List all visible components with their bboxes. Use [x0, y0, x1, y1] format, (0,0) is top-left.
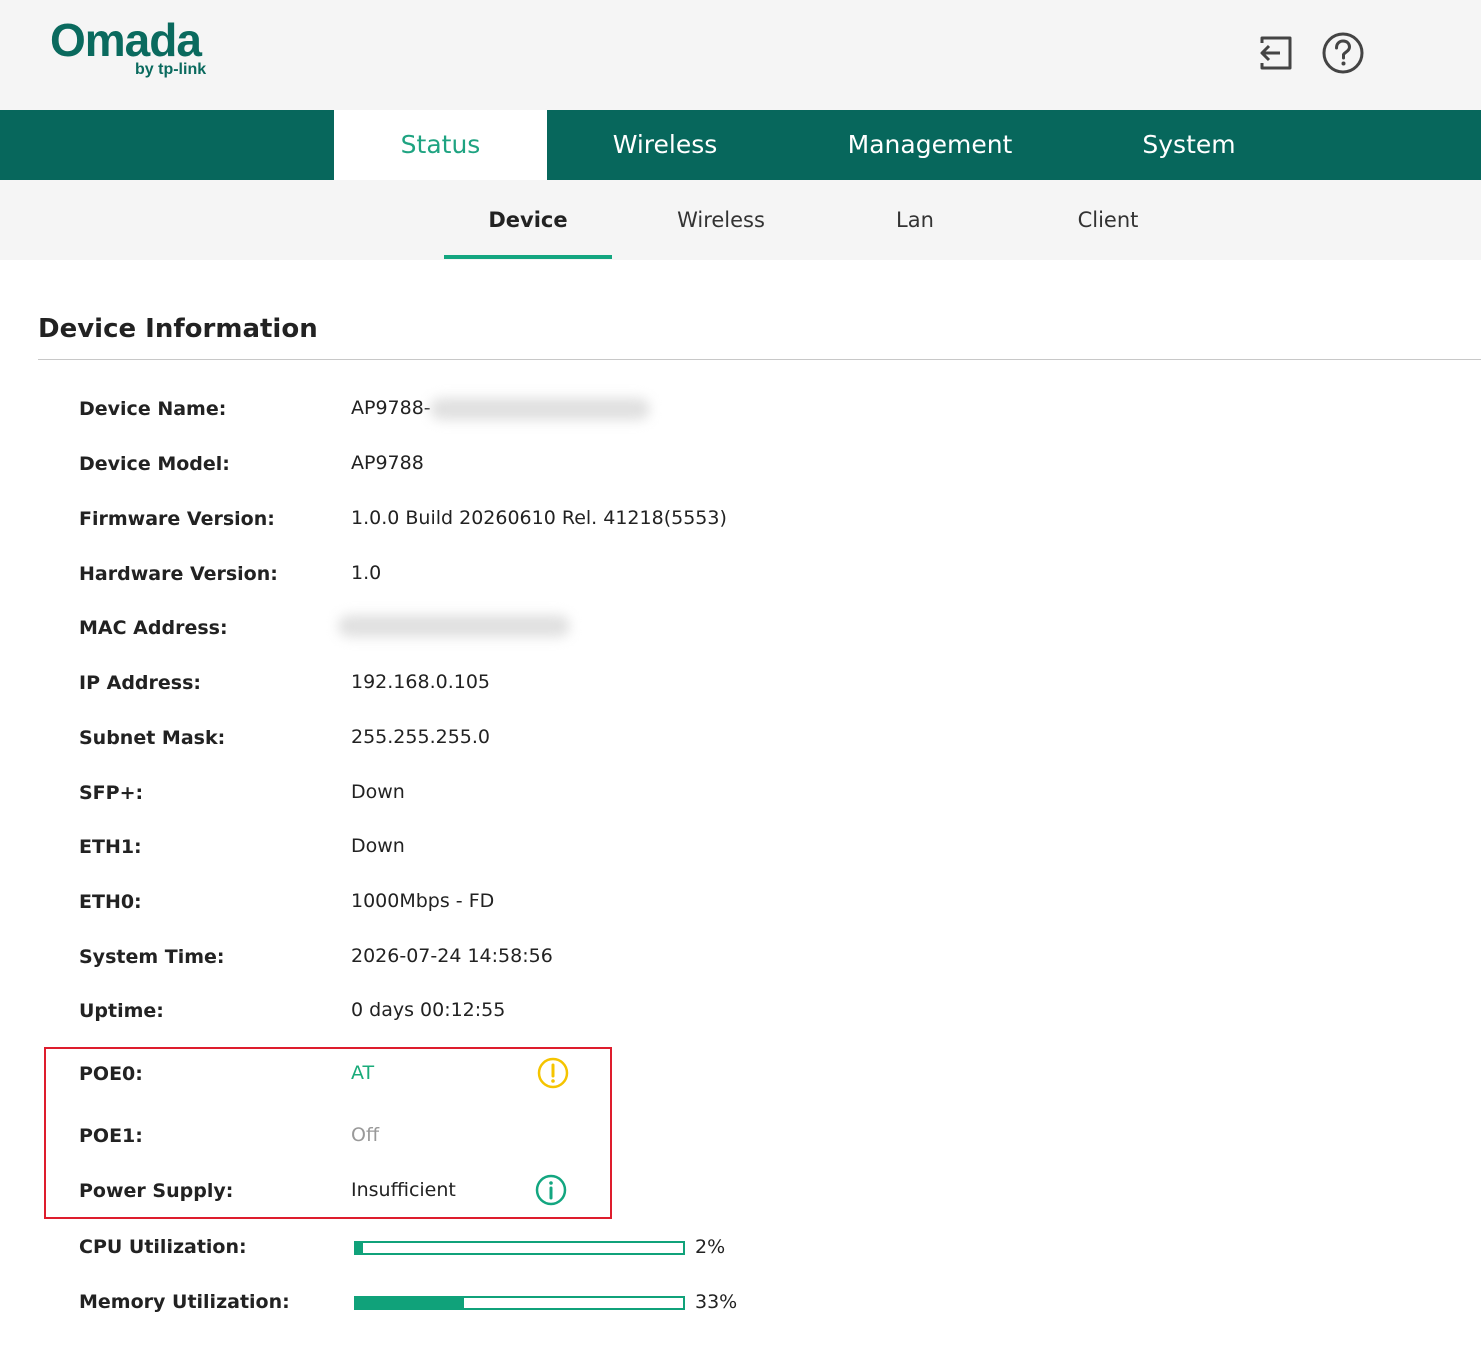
tab-system[interactable]: System: [1100, 110, 1278, 180]
logo-subtext: by tp-link: [135, 61, 207, 78]
logout-icon[interactable]: [1254, 31, 1298, 75]
tab-status[interactable]: Status: [334, 110, 547, 180]
top-bar: Omada by tp-link: [0, 0, 1481, 110]
device-model-label: Device Model:: [79, 453, 230, 475]
section-divider: [38, 359, 1481, 360]
cpu-utilization-fill: [356, 1243, 363, 1253]
device-model-value: AP9788: [351, 452, 424, 474]
subtab-wireless[interactable]: Wireless: [646, 180, 796, 260]
warning-icon[interactable]: [537, 1057, 569, 1089]
uptime-value: 0 days 00:12:55: [351, 999, 506, 1021]
device-name-value: AP9788-: [351, 397, 431, 419]
redacted-blur: [338, 615, 570, 637]
system-time-label: System Time:: [79, 946, 225, 968]
sub-nav: Device Wireless Lan Client: [0, 180, 1481, 260]
eth0-label: ETH0:: [79, 891, 142, 913]
info-icon[interactable]: [535, 1174, 567, 1206]
logo-text: Omada: [50, 14, 202, 66]
poe1-label: POE1:: [79, 1125, 143, 1147]
memory-utilization-fill: [356, 1298, 464, 1308]
eth1-label: ETH1:: [79, 836, 142, 858]
eth0-value: 1000Mbps - FD: [351, 890, 495, 912]
hardware-version-label: Hardware Version:: [79, 563, 278, 585]
eth1-value: Down: [351, 835, 405, 857]
section-title: Device Information: [38, 314, 318, 344]
poe1-value: Off: [351, 1124, 380, 1146]
memory-utilization-percent: 33%: [695, 1291, 738, 1313]
tab-management[interactable]: Management: [820, 110, 1040, 180]
help-icon[interactable]: [1321, 31, 1365, 75]
subnet-mask-label: Subnet Mask:: [79, 727, 226, 749]
ip-address-label: IP Address:: [79, 672, 201, 694]
system-time-value: 2026-07-24 14:58:56: [351, 945, 553, 967]
poe0-value: AT: [351, 1062, 375, 1084]
subtab-client[interactable]: Client: [1048, 180, 1168, 260]
memory-utilization-bar: [354, 1296, 685, 1310]
subnet-mask-value: 255.255.255.0: [351, 726, 491, 748]
memory-utilization-label: Memory Utilization:: [79, 1291, 290, 1313]
tab-wireless[interactable]: Wireless: [570, 110, 760, 180]
cpu-utilization-label: CPU Utilization:: [79, 1236, 247, 1258]
redacted-blur: [430, 398, 650, 420]
poe0-label: POE0:: [79, 1063, 143, 1085]
uptime-label: Uptime:: [79, 1000, 164, 1022]
subtab-device[interactable]: Device: [444, 180, 612, 260]
hardware-version-value: 1.0: [351, 562, 382, 584]
sfp-plus-label: SFP+:: [79, 782, 144, 804]
power-supply-label: Power Supply:: [79, 1180, 234, 1202]
main-nav: Status Wireless Management System: [0, 110, 1481, 180]
mac-address-label: MAC Address:: [79, 617, 228, 639]
firmware-version-label: Firmware Version:: [79, 508, 275, 530]
subtab-lan[interactable]: Lan: [855, 180, 975, 260]
device-name-label: Device Name:: [79, 398, 227, 420]
cpu-utilization-percent: 2%: [695, 1236, 726, 1258]
ip-address-value: 192.168.0.105: [351, 671, 491, 693]
cpu-utilization-bar: [354, 1241, 685, 1255]
firmware-version-value: 1.0.0 Build 20260610 Rel. 41218(5553): [351, 507, 727, 529]
omada-logo: Omada by tp-link: [50, 14, 206, 78]
sfp-plus-value: Down: [351, 781, 405, 803]
power-supply-value: Insufficient: [351, 1179, 456, 1201]
